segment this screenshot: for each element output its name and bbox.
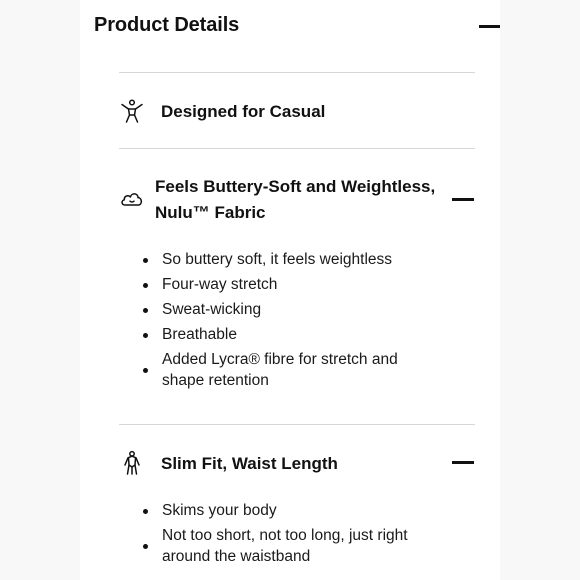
list-item: Breathable — [143, 324, 443, 345]
product-details-panel: Product Details Designed for Casual Feel… — [80, 0, 500, 580]
list-item: Skims your body — [143, 500, 443, 521]
list-item: Added Lycra® fibre for stretch and shape… — [143, 349, 443, 391]
divider — [119, 148, 475, 149]
section-title: Slim Fit, Waist Length — [161, 454, 338, 473]
person-icon — [119, 98, 145, 124]
list-item: Sweat-wicking — [143, 299, 443, 320]
body-fit-icon — [119, 450, 145, 476]
divider — [119, 72, 475, 73]
section-title-line1: Feels Buttery-Soft and Weightless, — [155, 177, 436, 196]
product-details-header[interactable]: Product Details — [94, 0, 500, 54]
section-designed-for: Designed for Casual — [119, 90, 475, 134]
section-fit-header[interactable]: Slim Fit, Waist Length — [119, 448, 475, 482]
list-item: Not too short, not too long, just right … — [143, 525, 443, 567]
list-item: Four-way stretch — [143, 274, 443, 295]
fit-bullet-list: Skims your body Not too short, not too l… — [143, 500, 443, 571]
collapse-product-details-button[interactable] — [479, 25, 500, 28]
divider — [119, 424, 475, 425]
section-title-line2: Nulu™ Fabric — [155, 203, 266, 222]
section-fabric-header[interactable]: Feels Buttery-Soft and Weightless, Nulu™… — [119, 174, 475, 226]
collapse-section-button[interactable] — [452, 198, 474, 201]
section-title: Designed for Casual — [161, 102, 326, 121]
cloud-icon — [119, 186, 145, 212]
list-item: So buttery soft, it feels weightless — [143, 249, 443, 270]
collapse-section-button[interactable] — [452, 461, 474, 464]
product-details-title: Product Details — [94, 14, 240, 36]
fabric-bullet-list: So buttery soft, it feels weightless Fou… — [143, 249, 443, 395]
